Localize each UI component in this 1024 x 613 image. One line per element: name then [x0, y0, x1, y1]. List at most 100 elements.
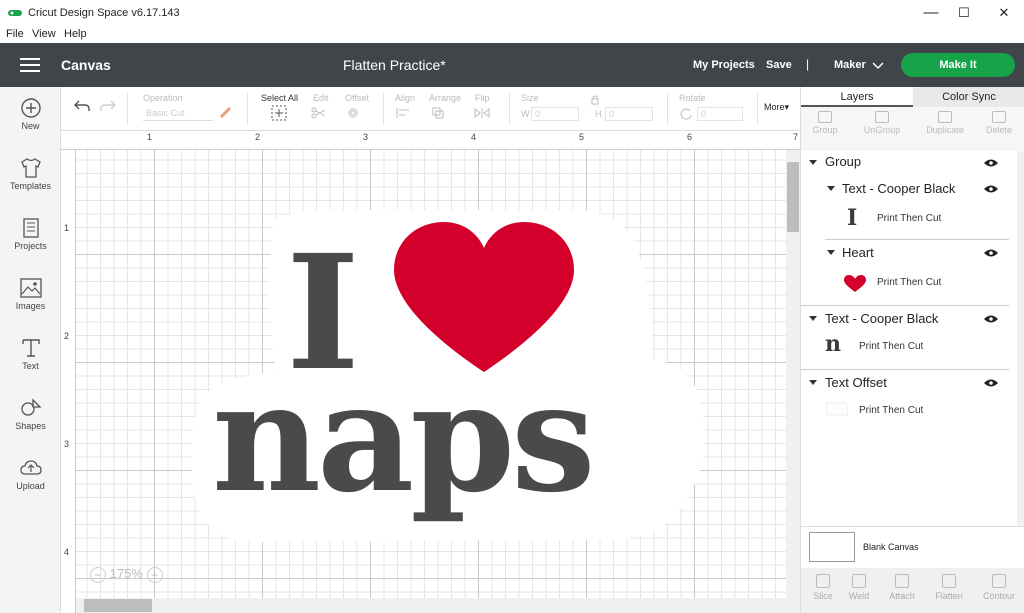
more-button[interactable]: More▾ — [764, 102, 789, 113]
flatten-button[interactable]: Flatten — [927, 574, 971, 601]
layer-text-cooper-name[interactable]: Text - Cooper Black — [842, 181, 955, 196]
hamburger-menu-icon[interactable] — [20, 58, 40, 72]
section-title: Canvas — [61, 57, 111, 73]
layer-divider — [801, 369, 1009, 370]
horizontal-scrollbar[interactable] — [76, 598, 800, 613]
arrange-icon[interactable] — [431, 107, 451, 119]
edit-toolbar: Operation Basic Cut Select All Edit Offs… — [61, 87, 800, 131]
design-word-naps: naps — [212, 350, 592, 526]
layer-operation-label: Print Then Cut — [877, 277, 942, 288]
ruler-mark: 6 — [687, 132, 693, 142]
ungroup-button[interactable]: UnGroup — [857, 109, 907, 135]
canvas-color-swatch[interactable] — [809, 532, 855, 562]
zoom-out-icon[interactable]: − — [90, 566, 106, 583]
make-it-button[interactable]: Make It — [901, 53, 1015, 77]
images-tool[interactable]: Images — [0, 271, 61, 331]
duplicate-button[interactable]: Duplicate — [919, 109, 971, 135]
delete-button[interactable]: Delete — [977, 109, 1021, 135]
flip-label: Flip — [475, 93, 490, 103]
ruler-mark: 3 — [64, 439, 70, 449]
duplicate-icon — [938, 111, 952, 123]
group-button[interactable]: Group — [803, 109, 847, 135]
design-canvas[interactable]: I naps — [76, 150, 800, 598]
ruler-mark: 1 — [64, 223, 70, 233]
heart-thumbnail-icon — [844, 275, 866, 292]
slice-icon — [816, 574, 830, 588]
layers-list: Group Text - Cooper Black I Print Then C… — [801, 151, 1017, 526]
undo-icon[interactable] — [73, 99, 91, 113]
minimize-button[interactable]: — — [914, 0, 948, 26]
toolbar-divider — [127, 93, 128, 125]
my-projects-link[interactable]: My Projects — [693, 59, 755, 71]
window-title: Cricut Design Space v6.17.143 — [28, 7, 180, 19]
blank-canvas-row[interactable]: Blank Canvas — [801, 526, 1024, 568]
attach-button[interactable]: Attach — [880, 574, 924, 601]
width-label: W — [521, 109, 530, 119]
offset-icon[interactable] — [347, 107, 367, 119]
attach-label: Attach — [889, 591, 915, 601]
lock-icon[interactable] — [591, 95, 599, 105]
layer-thumbnail-i: I — [847, 205, 858, 231]
rotate-input[interactable]: 0 — [697, 107, 743, 121]
menu-view[interactable]: View — [32, 28, 56, 40]
save-button[interactable]: Save — [766, 59, 792, 71]
eye-icon[interactable] — [984, 249, 998, 257]
menu-file[interactable]: File — [6, 28, 24, 40]
plus-circle-icon — [20, 98, 41, 118]
weld-label: Weld — [848, 591, 870, 601]
align-icon[interactable] — [395, 107, 415, 119]
caret-down-icon[interactable] — [809, 380, 817, 386]
toolbar-divider — [383, 93, 384, 125]
vertical-scrollbar[interactable] — [786, 150, 800, 598]
new-tool[interactable]: New — [0, 91, 61, 151]
scrollbar-thumb[interactable] — [84, 599, 152, 612]
tab-color-sync[interactable]: Color Sync — [913, 87, 1024, 107]
shapes-tool[interactable]: Shapes — [0, 391, 61, 451]
caret-down-icon[interactable] — [809, 160, 817, 166]
scissors-icon[interactable] — [311, 107, 331, 119]
top-ruler: 1 2 3 4 5 6 7 — [61, 131, 800, 150]
ungroup-icon — [875, 111, 889, 123]
projects-tool[interactable]: Projects — [0, 211, 61, 271]
menu-bar: File View Help — [0, 26, 1024, 43]
text-tool[interactable]: Text — [0, 331, 61, 391]
templates-label: Templates — [9, 181, 52, 191]
tab-layers[interactable]: Layers — [801, 87, 913, 107]
scrollbar-thumb[interactable] — [787, 162, 799, 232]
chevron-down-icon[interactable] — [872, 62, 884, 70]
close-button[interactable]: ✕ — [987, 0, 1021, 26]
ruler-mark: 4 — [64, 547, 70, 557]
contour-button[interactable]: Contour — [977, 574, 1021, 601]
trash-icon — [992, 111, 1006, 123]
flip-icon[interactable] — [473, 107, 493, 119]
eye-icon[interactable] — [984, 185, 998, 193]
select-all-icon[interactable] — [271, 105, 287, 121]
design-artwork[interactable]: I naps — [76, 150, 800, 598]
caret-down-icon[interactable] — [809, 316, 817, 322]
maximize-button[interactable]: ☐ — [947, 0, 981, 26]
eye-icon[interactable] — [984, 379, 998, 387]
weld-button[interactable]: Weld — [837, 574, 881, 601]
width-input[interactable]: 0 — [531, 107, 579, 121]
operation-select[interactable]: Basic Cut — [143, 107, 213, 121]
layer-heart-name[interactable]: Heart — [842, 245, 874, 260]
pen-color-icon[interactable] — [219, 105, 233, 119]
layer-divider — [825, 239, 1009, 240]
layer-text-cooper-name[interactable]: Text - Cooper Black — [825, 311, 938, 326]
eye-icon[interactable] — [984, 159, 998, 167]
ungroup-tool-label: UnGroup — [863, 125, 901, 135]
zoom-in-icon[interactable]: + — [146, 566, 163, 583]
menu-help[interactable]: Help — [64, 28, 87, 40]
machine-select[interactable]: Maker — [834, 59, 866, 71]
upload-tool[interactable]: Upload — [0, 451, 61, 511]
redo-icon[interactable] — [99, 99, 117, 113]
layers-scrollbar[interactable] — [1017, 151, 1024, 526]
caret-down-icon[interactable] — [827, 250, 835, 256]
rotate-icon[interactable] — [679, 107, 693, 121]
eye-icon[interactable] — [984, 315, 998, 323]
caret-down-icon[interactable] — [827, 186, 835, 192]
height-input[interactable]: 0 — [605, 107, 653, 121]
layer-group-name[interactable]: Group — [825, 154, 861, 169]
layer-text-offset-name[interactable]: Text Offset — [825, 375, 887, 390]
templates-tool[interactable]: Templates — [0, 151, 61, 211]
